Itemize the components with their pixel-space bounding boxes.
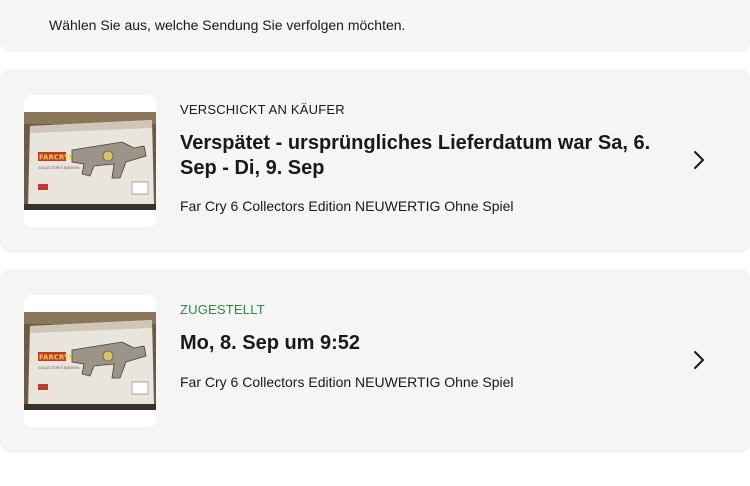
product-photo: FARCRY6 COLLECTOR'S EDITION	[24, 112, 156, 210]
delivery-headline: Verspätet - ursprüngliches Lieferdatum w…	[180, 132, 651, 179]
box-logo-text: FARCRY6	[39, 154, 74, 162]
shipment-card-2[interactable]: FARCRY6 COLLECTOR'S EDITION ZUGESTELLT M…	[0, 269, 750, 453]
chevron-right-icon[interactable]	[690, 349, 708, 371]
intro-text: Wählen Sie aus, welche Sendung Sie verfo…	[49, 17, 406, 33]
intro-banner: Wählen Sie aus, welche Sendung Sie verfo…	[0, 0, 750, 52]
box-logo-text: FARCRY6	[39, 354, 74, 362]
box-edition-text: COLLECTOR'S EDITION	[38, 166, 79, 170]
shipment-status: VERSCHICKT AN KÄUFER	[180, 102, 345, 117]
item-title: Far Cry 6 Collectors Edition NEUWERTIG O…	[180, 374, 514, 390]
product-photo: FARCRY6 COLLECTOR'S EDITION	[24, 312, 156, 410]
chevron-right-icon[interactable]	[690, 149, 708, 171]
box-edition-text: COLLECTOR'S EDITION	[38, 366, 79, 370]
shipment-status: ZUGESTELLT	[180, 302, 265, 317]
shipment-card-1[interactable]: FARCRY6 COLLECTOR'S EDITION VERSCHICKT A…	[0, 69, 750, 253]
item-thumbnail: FARCRY6 COLLECTOR'S EDITION	[24, 95, 156, 227]
item-thumbnail: FARCRY6 COLLECTOR'S EDITION	[24, 295, 156, 427]
delivery-headline: Mo, 8. Sep um 9:52	[180, 332, 361, 354]
item-title: Far Cry 6 Collectors Edition NEUWERTIG O…	[180, 198, 514, 214]
